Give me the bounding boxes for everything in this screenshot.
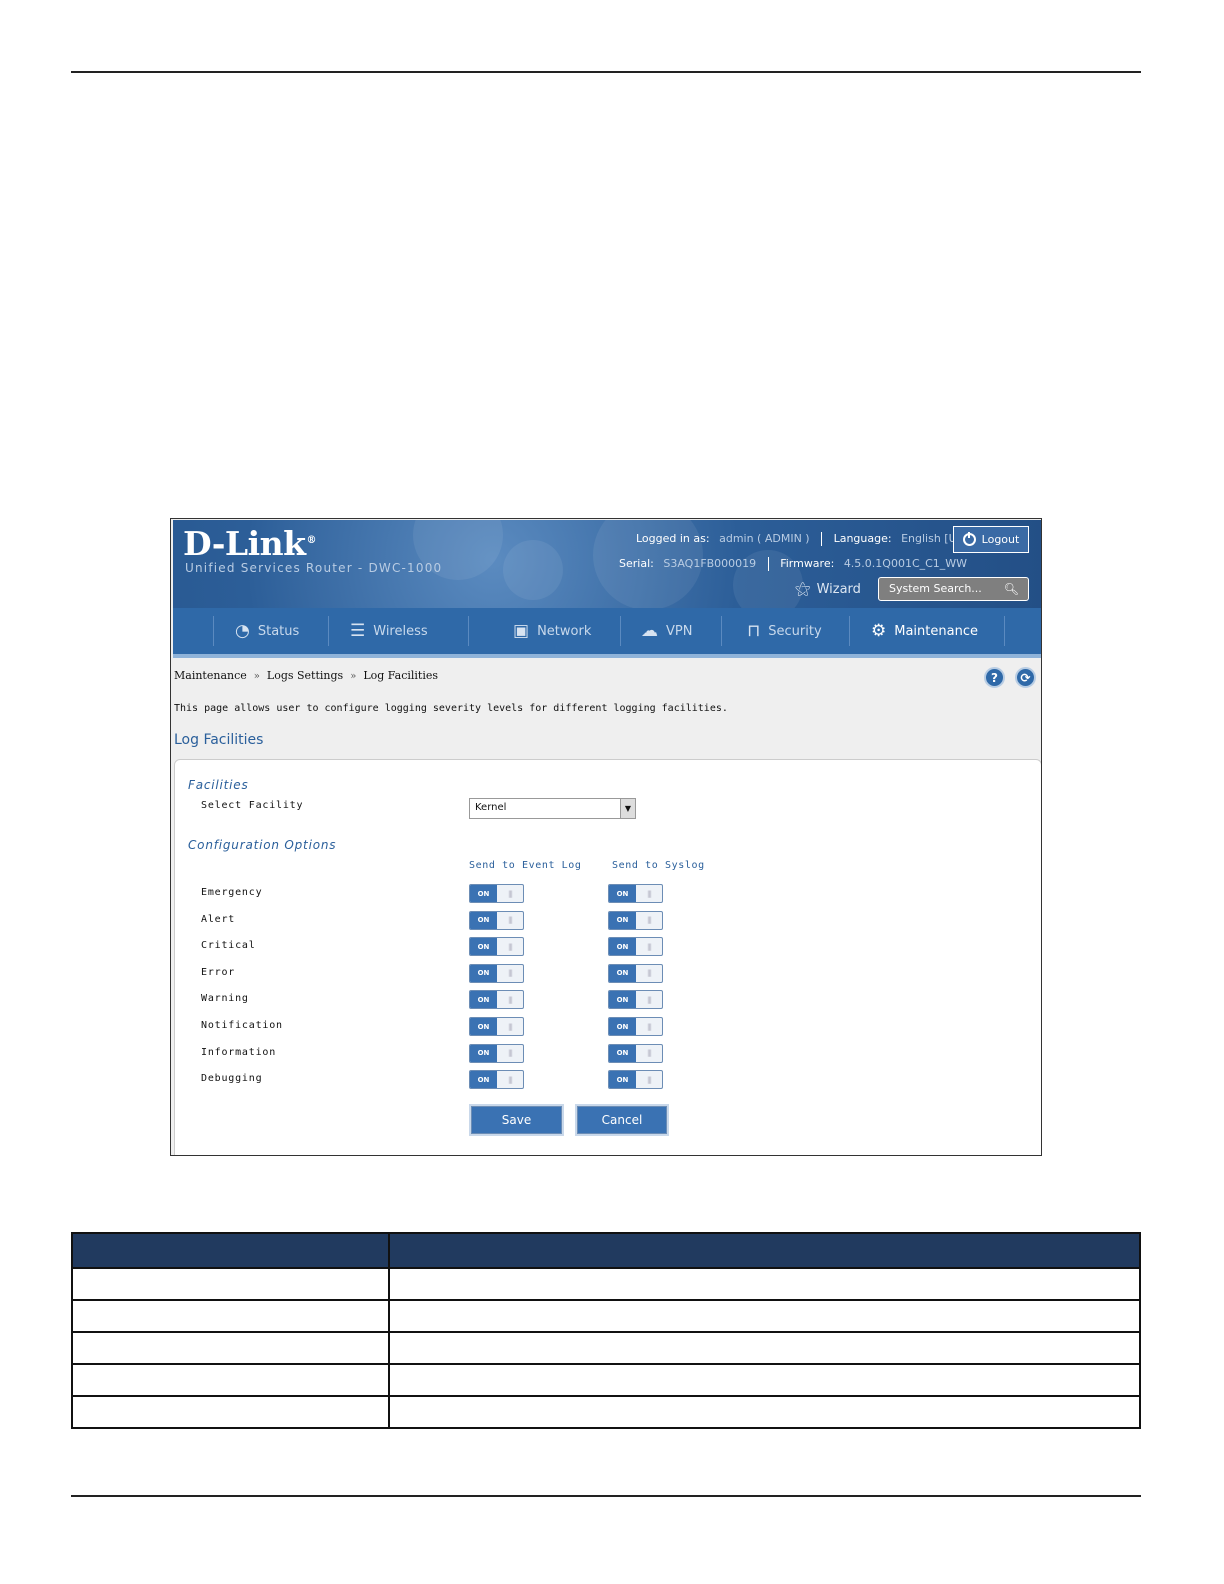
toggle-knob: ||| [507,1075,513,1084]
wifi-icon: ☰ [350,621,366,641]
toggle-knob: ||| [646,889,652,898]
facility-select[interactable]: Kernel ▼ [469,798,636,819]
level-label-emergency: Emergency [201,887,263,898]
chevron-down-icon: ▼ [620,799,635,818]
toggle-syslog-information[interactable]: ON ||| [608,1043,663,1063]
help-button[interactable]: ? [984,667,1005,688]
system-search-input[interactable]: System Search... 🔍︎ [878,577,1029,601]
table-row [71,1299,1141,1333]
toggle-knob: ||| [507,1022,513,1031]
refresh-button[interactable]: ⟳ [1015,667,1036,688]
wizard-link[interactable]: ⚝ Wizard [795,579,861,599]
table-row [71,1363,1141,1397]
toggle-syslog-error[interactable]: ON ||| [608,963,663,983]
session-info: Logged in as: admin ( ADMIN ) Language: … [636,532,968,546]
toggle-knob: ||| [646,942,652,951]
top-rule [71,71,1141,73]
nav-security[interactable]: ⊓ Security [747,608,822,654]
toggle-knob: ||| [646,1022,652,1031]
toggle-knob: ||| [507,1049,513,1058]
breadcrumb-logs-settings[interactable]: Logs Settings [267,669,343,682]
configuration-options-heading: Configuration Options [188,838,337,852]
toggle-knob: ||| [507,942,513,951]
dlink-logo: D-Link® [183,524,317,563]
gauge-icon: ◔ [235,621,250,641]
log-facilities-panel: Facilities Select Facility Kernel ▼ Conf… [174,759,1041,1155]
table-header-cell [71,1232,390,1269]
serial-value: S3AQ1FB000019 [663,557,757,570]
table-row [71,1267,1141,1301]
level-label-critical: Critical [201,940,256,952]
toggle-knob: ||| [507,889,513,898]
toggle-syslog-alert[interactable]: ON ||| [608,910,663,930]
col-event-log: Send to Event Log [469,860,582,871]
lock-icon: ⊓ [747,621,761,641]
main-nav: ◔ Status ☰ Wireless ▣ Network ☁ VPN ⊓ Se… [173,608,1041,658]
toggle-event-log-notification[interactable]: ON ||| [469,1017,524,1036]
toggle-event-log-emergency[interactable]: ON ||| [469,884,524,903]
gears-icon: ⚙ [871,621,887,641]
facilities-heading: Facilities [188,778,249,792]
toggle-event-log-critical[interactable]: ON ||| [469,937,524,957]
breadcrumb-maintenance[interactable]: Maintenance [174,669,247,682]
toggle-knob: ||| [507,916,513,925]
level-label-notification: Notification [201,1020,283,1031]
router-ui-screenshot: D-Link® Unified Services Router - DWC-10… [170,518,1042,1156]
toggle-knob: ||| [646,969,652,978]
logout-button[interactable]: Logout [953,526,1029,553]
toggle-event-log-alert[interactable]: ON ||| [469,910,524,930]
toggle-knob: ||| [507,969,513,978]
refresh-icon: ⟳ [1020,670,1031,685]
level-label-information: Information [201,1046,277,1058]
toggle-syslog-emergency[interactable]: ON ||| [608,884,663,903]
nav-maintenance[interactable]: ⚙ Maintenance [871,608,978,654]
save-button[interactable]: Save [471,1106,562,1134]
col-syslog: Send to Syslog [612,860,705,871]
level-label-error: Error [201,966,236,978]
product-subtitle: Unified Services Router - DWC-1000 [185,561,443,575]
page-title: Log Facilities [174,732,264,748]
table-row [71,1331,1141,1365]
bottom-rule [71,1495,1141,1497]
toggle-knob: ||| [507,995,513,1004]
toggle-syslog-notification[interactable]: ON ||| [608,1017,663,1036]
search-icon: 🔍︎ [1003,582,1019,596]
toggle-knob: ||| [646,916,652,925]
toggle-syslog-warning[interactable]: ON ||| [608,990,663,1010]
toggle-syslog-debugging[interactable]: ON ||| [608,1070,663,1090]
nav-network[interactable]: ▣ Network [513,608,591,654]
cancel-button[interactable]: Cancel [577,1106,667,1134]
toggle-event-log-warning[interactable]: ON ||| [469,990,524,1010]
magic-wand-icon: ⚝ [795,579,811,598]
level-label-warning: Warning [201,993,249,1005]
logged-in-user: admin ( ADMIN ) [719,532,810,545]
power-icon [962,532,976,546]
toggle-event-log-debugging[interactable]: ON ||| [469,1070,524,1090]
table-row [71,1395,1141,1429]
select-facility-label: Select Facility [201,800,304,811]
nav-wireless[interactable]: ☰ Wireless [350,608,428,654]
toggle-knob: ||| [646,995,652,1004]
toggle-syslog-critical[interactable]: ON ||| [608,937,663,957]
cloud-lock-icon: ☁ [641,621,658,641]
firmware-value: 4.5.0.1Q001C_C1_WW [843,557,968,570]
page-description: This page allows user to configure loggi… [174,703,728,714]
toggle-event-log-error[interactable]: ON ||| [469,963,524,983]
table-header-cell [388,1232,1141,1269]
parameter-table [71,1232,1141,1429]
breadcrumb-log-facilities: Log Facilities [363,669,439,682]
toggle-knob: ||| [646,1049,652,1058]
level-label-alert: Alert [201,913,236,925]
level-label-debugging: Debugging [201,1073,263,1085]
nav-status[interactable]: ◔ Status [235,608,299,654]
header-banner: D-Link® Unified Services Router - DWC-10… [173,520,1041,608]
toggle-knob: ||| [646,1075,652,1084]
nav-vpn[interactable]: ☁ VPN [641,608,692,654]
table-header-row [71,1232,1141,1269]
computer-icon: ▣ [513,621,530,641]
toggle-event-log-information[interactable]: ON ||| [469,1043,524,1063]
breadcrumb: Maintenance» Logs Settings» Log Facilities [174,669,439,682]
device-info: Serial: S3AQ1FB000019 Firmware: 4.5.0.1Q… [619,557,968,571]
